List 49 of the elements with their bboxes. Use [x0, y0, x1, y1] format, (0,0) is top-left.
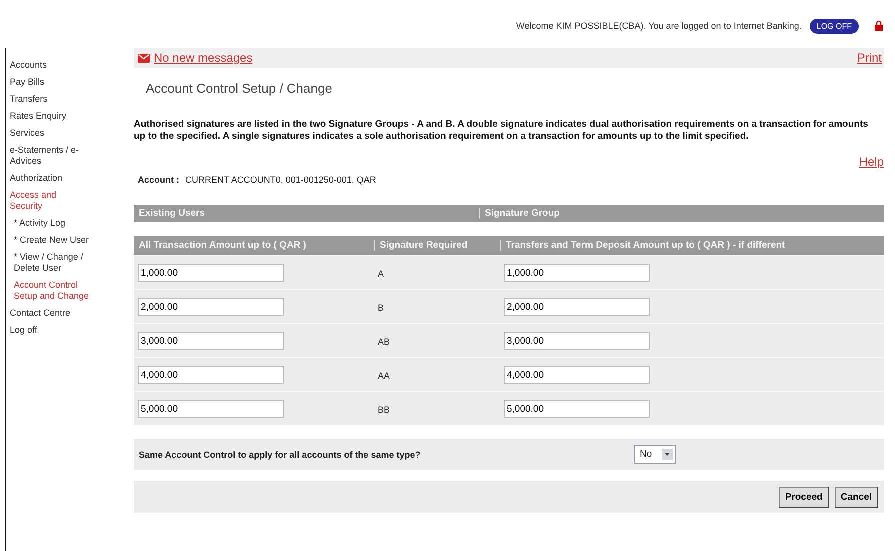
nav-item[interactable]: Account Control Setup and Change [10, 280, 90, 302]
action-button[interactable]: Proceed [779, 486, 829, 508]
amount-field[interactable]: 4,000.00 [138, 366, 284, 384]
nav-item[interactable]: Pay Bills [10, 77, 90, 88]
nav-item[interactable]: Contact Centre [10, 308, 90, 319]
lock-icon [875, 21, 883, 31]
amount-field[interactable]: 2,000.00 [504, 298, 650, 316]
dropdown[interactable]: No [634, 445, 676, 464]
nav-item[interactable]: * View / Change / Delete User [10, 252, 90, 274]
help-link[interactable]: Help [859, 155, 884, 169]
welcome-text: Welcome KIM POSSIBLE(CBA). You are logged on to Internet Banking. [516, 21, 802, 31]
nav-item[interactable]: Log off [10, 325, 90, 336]
nav-item[interactable]: Accounts [10, 60, 90, 71]
nav-item[interactable]: Transfers [10, 94, 90, 105]
nav-item[interactable]: Services [10, 128, 90, 139]
signature-text: BB [378, 404, 390, 414]
action-button[interactable]: Cancel [834, 486, 878, 508]
amount-field[interactable]: 3,000.00 [138, 332, 284, 350]
group-header-cell: Signature Group [479, 208, 825, 219]
signature-text: A [378, 268, 384, 278]
account-value: CURRENT ACCOUNT0, 001-001250-001, QAR [186, 175, 376, 185]
mail-icon [138, 54, 150, 62]
nav-item[interactable]: Access and Security [10, 190, 90, 212]
question-text: Same Account Control to apply for all accounts of the same type? [139, 450, 422, 460]
amount-field[interactable]: 5,000.00 [138, 400, 284, 418]
intro-text: Authorised signatures are listed in the two Signature Groups - A and B. A double signature indicates dual authorisation requirements on a transaction for amounts up to the specified. A single signatures indicates a sole authorisation requirement on a transaction for amounts up to the limit specified. [134, 119, 870, 143]
account-label: Account : [138, 175, 180, 185]
amount-field[interactable]: 4,000.00 [504, 366, 650, 384]
column-header: All Transaction Amount up to ( QAR ) [138, 240, 308, 251]
nav-item[interactable]: * Create New User [10, 235, 90, 246]
nav-item[interactable]: * Activity Log [10, 218, 90, 229]
amount-field[interactable]: 5,000.00 [504, 400, 650, 418]
group-header-cell-text: Existing Users [138, 208, 206, 219]
amount-field[interactable]: 2,000.00 [138, 298, 284, 316]
signature-text: B [378, 302, 384, 312]
amount-field[interactable]: 3,000.00 [504, 332, 650, 350]
logoff-button[interactable]: LOG OFF [810, 18, 859, 34]
amount-field[interactable]: 1,000.00 [504, 264, 650, 282]
page-title: Account Control Setup / Change [145, 80, 334, 98]
column-header: Signature Required [374, 240, 500, 251]
nav-item[interactable]: e-Statements / e-Advices [10, 145, 90, 167]
signature-text: AB [378, 336, 390, 346]
nav-item[interactable]: Authorization [10, 173, 90, 184]
messages-link[interactable]: No new messages [154, 51, 253, 65]
amount-field[interactable]: 1,000.00 [138, 264, 284, 282]
nav-item[interactable]: Rates Enquiry [10, 111, 90, 122]
column-header: Transfers and Term Deposit Amount up to ( QAR ) - if different [500, 240, 786, 251]
signature-text: AA [378, 370, 390, 380]
print-link[interactable]: Print [857, 51, 882, 65]
